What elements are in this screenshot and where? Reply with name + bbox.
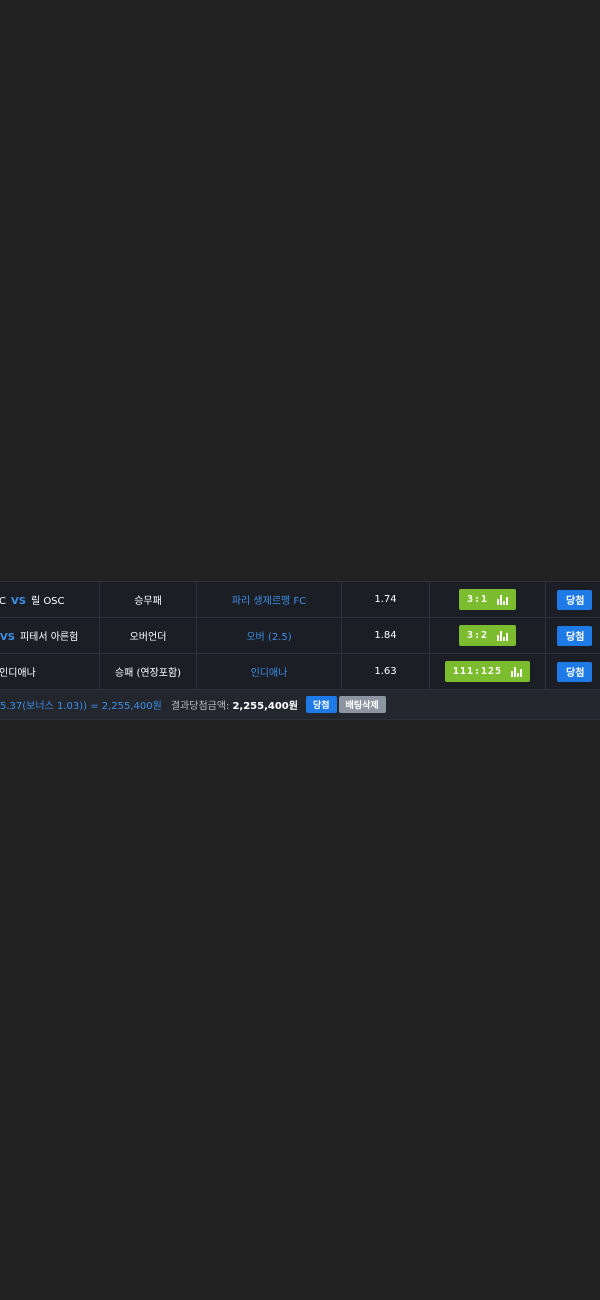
payout-label: 결과당첨금액: <box>170 701 230 712</box>
score-text: 111:125 <box>452 666 503 677</box>
bet-summary: 5.37(보너스 1.03)) = 2,255,400원 결과당첨금액: 2,2… <box>0 690 600 719</box>
summary-calculation: 5.37(보너스 1.03)) = 2,255,400원 <box>0 701 162 712</box>
bet-row: VS 피테서 아른험 오버언더 오버 (2.5) 1.84 3:2 당첨 <box>0 618 600 654</box>
bet-pick: 파리 생제르맹 FC <box>197 582 342 617</box>
bet-type: 오버언더 <box>100 618 197 653</box>
score-text: 3:1 <box>466 594 489 605</box>
bet-row: 인디애나 승패 (연장포함) 인디애나 1.63 111:125 당첨 <box>0 654 600 690</box>
vs-label: VS <box>10 596 26 607</box>
score-text: 3:2 <box>466 630 489 641</box>
score-badge[interactable]: 3:2 <box>458 625 517 646</box>
score-badge[interactable]: 3:1 <box>458 589 517 610</box>
win-status-button[interactable]: 당첨 <box>305 696 337 713</box>
match-cell: VS 피테서 아른험 <box>0 618 100 653</box>
bet-odds: 1.63 <box>342 654 430 689</box>
score-cell: 3:1 <box>430 582 546 617</box>
result-cell: 당첨 <box>546 582 600 617</box>
result-cell: 당첨 <box>546 654 600 689</box>
delete-bet-button[interactable]: 배팅삭제 <box>338 696 386 713</box>
result-win-badge[interactable]: 당첨 <box>557 625 593 646</box>
payout-value: 2,255,400원 <box>232 701 298 712</box>
bet-odds: 1.84 <box>342 618 430 653</box>
bet-odds: 1.74 <box>342 582 430 617</box>
bet-pick: 인디애나 <box>197 654 342 689</box>
score-cell: 3:2 <box>430 618 546 653</box>
bar-chart-icon <box>497 594 509 605</box>
result-win-badge[interactable]: 당첨 <box>557 589 593 610</box>
bet-type: 승패 (연장포함) <box>100 654 197 689</box>
score-cell: 111:125 <box>430 654 546 689</box>
away-team: 릴 OSC <box>30 596 65 607</box>
bet-type: 승무패 <box>100 582 197 617</box>
score-badge[interactable]: 111:125 <box>444 661 531 682</box>
away-team: 피테서 아른험 <box>19 632 79 643</box>
result-cell: 당첨 <box>546 618 600 653</box>
bar-chart-icon <box>497 630 509 641</box>
match-cell: C VS 릴 OSC <box>0 582 100 617</box>
bar-chart-icon <box>511 666 523 677</box>
home-team: C <box>0 596 6 607</box>
bet-history-panel: C VS 릴 OSC 승무패 파리 생제르맹 FC 1.74 3:1 당첨 VS 피테… <box>0 581 600 720</box>
bet-pick: 오버 (2.5) <box>197 618 342 653</box>
result-win-badge[interactable]: 당첨 <box>557 661 593 682</box>
match-cell: 인디애나 <box>0 654 100 689</box>
bet-row: C VS 릴 OSC 승무패 파리 생제르맹 FC 1.74 3:1 당첨 <box>0 582 600 618</box>
vs-label: VS <box>0 632 15 643</box>
home-team: 인디애나 <box>0 668 36 679</box>
